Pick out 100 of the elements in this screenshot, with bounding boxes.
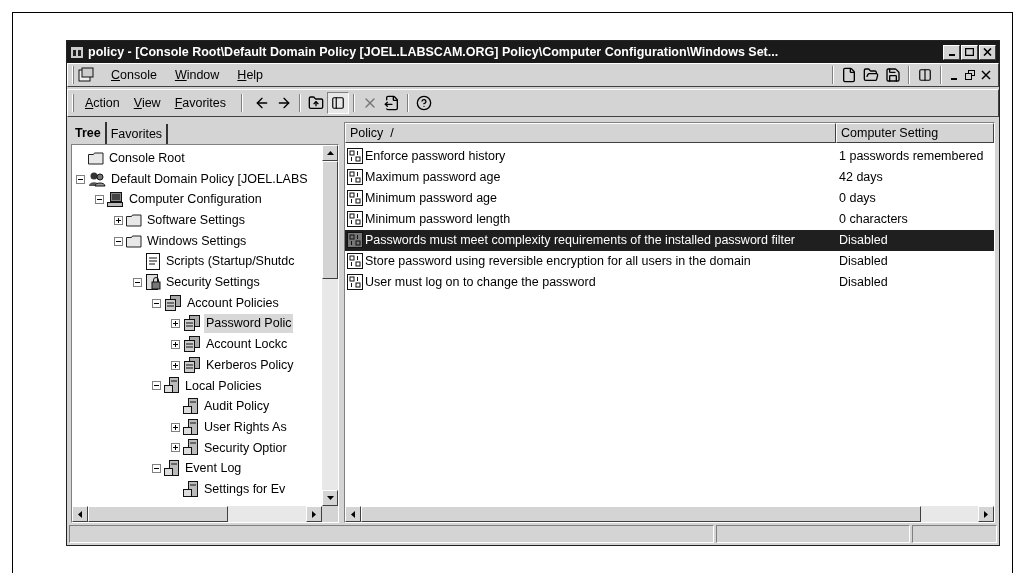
list-row[interactable]: Enforce password history 1 passwords remembered xyxy=(345,146,994,167)
setting-value: 0 days xyxy=(838,190,876,208)
servers-icon xyxy=(183,356,201,374)
setting-value: 0 characters xyxy=(838,211,908,229)
policy-name: Passwords must meet complexity requirements of the installed password filter xyxy=(364,232,797,250)
tree-item[interactable]: Security Settings xyxy=(164,273,262,292)
horizontal-scrollbar[interactable] xyxy=(72,506,338,522)
collapse-icon[interactable] xyxy=(151,381,161,391)
setting-value: 42 days xyxy=(838,169,883,187)
menu-item[interactable]: View xyxy=(126,93,168,113)
close-button[interactable] xyxy=(979,44,996,60)
tree-item[interactable]: Kerberos Policy xyxy=(204,355,296,375)
maximize-button[interactable] xyxy=(961,44,978,60)
setting-value: Disabled xyxy=(838,274,888,292)
panel-icon xyxy=(331,96,346,110)
collapse-icon[interactable] xyxy=(132,277,142,287)
expand-icon[interactable] xyxy=(170,340,180,350)
tree-item[interactable]: Settings for Ev xyxy=(202,479,288,499)
policy-name: Minimum password age xyxy=(364,190,498,208)
save-icon xyxy=(885,67,901,83)
tree-item[interactable]: User Rights As xyxy=(202,417,289,437)
tree-item[interactable]: Scripts (Startup/Shutdc xyxy=(164,252,297,272)
people-icon xyxy=(88,171,106,188)
policy-name: Enforce password history xyxy=(364,148,507,166)
console-icon xyxy=(78,67,94,83)
collapse-icon[interactable] xyxy=(151,464,161,474)
vertical-scrollbar[interactable] xyxy=(322,145,338,506)
list-row[interactable]: Minimum password age 0 days xyxy=(345,188,994,209)
servers-icon xyxy=(183,315,201,333)
policy-icon xyxy=(347,148,364,165)
open-folder-icon xyxy=(863,67,879,83)
expand-icon[interactable] xyxy=(170,360,180,370)
folder-up-icon xyxy=(308,95,325,111)
tree-item[interactable]: Security Optior xyxy=(202,438,289,458)
expand-icon[interactable] xyxy=(170,422,180,432)
lock-document-icon xyxy=(145,273,161,291)
help-icon xyxy=(416,95,433,111)
horizontal-scrollbar[interactable] xyxy=(345,506,994,522)
right-arrow-icon xyxy=(312,510,316,518)
tree-item[interactable]: Account Lockc xyxy=(204,335,290,354)
left-arrow-icon xyxy=(78,510,82,518)
app-icon xyxy=(70,45,84,59)
close-icon xyxy=(981,70,991,80)
restore-icon xyxy=(965,70,975,80)
restore-button[interactable] xyxy=(962,67,978,83)
list-row[interactable]: Maximum password age 42 days xyxy=(345,167,994,188)
tree-item[interactable]: Software Settings xyxy=(145,211,247,230)
tree-item[interactable]: Computer Configuration xyxy=(127,190,264,210)
expand-icon[interactable] xyxy=(170,443,180,453)
list-row[interactable]: User must log on to change the password Disabled xyxy=(345,272,994,293)
collapse-icon[interactable] xyxy=(75,174,85,184)
folder-icon xyxy=(88,151,104,165)
minimize-icon xyxy=(948,54,955,56)
list-row[interactable]: Passwords must meet complexity requirements of the installed password filter Disabled xyxy=(345,230,994,251)
policy-name: Minimum password length xyxy=(364,211,512,229)
tree-item[interactable]: Local Policies xyxy=(183,376,264,396)
column-header[interactable]: Policy / xyxy=(345,123,836,143)
tree-item[interactable]: Windows Settings xyxy=(145,231,249,251)
server-icon xyxy=(183,398,199,416)
policy-name: Store password using reversible encryption for all users in the domain xyxy=(364,253,752,271)
export-icon xyxy=(384,95,401,111)
tree-item[interactable]: Event Log xyxy=(183,459,244,479)
collapse-icon[interactable] xyxy=(94,195,104,205)
policy-icon xyxy=(347,253,364,270)
new-file-icon xyxy=(841,67,857,83)
tree-item[interactable]: Account Policies xyxy=(185,293,281,313)
policy-icon xyxy=(347,274,364,291)
scrollbar-corner xyxy=(322,506,338,522)
column-header[interactable]: Computer Setting xyxy=(836,123,994,143)
server-icon xyxy=(183,439,199,457)
list-row[interactable]: Store password using reversible encryption for all users in the domain Disabled xyxy=(345,251,994,272)
policy-icon xyxy=(347,190,364,207)
tree-toggle-button[interactable] xyxy=(327,92,350,114)
policy-name: User must log on to change the password xyxy=(364,274,597,292)
servers-icon xyxy=(183,336,201,354)
policy-icon xyxy=(347,169,364,186)
close-icon xyxy=(983,48,992,56)
menu-item[interactable]: Window xyxy=(165,65,229,85)
expand-icon[interactable] xyxy=(170,319,180,329)
setting-value: Disabled xyxy=(838,253,888,271)
minimize-button[interactable] xyxy=(943,44,960,60)
collapse-icon[interactable] xyxy=(151,298,161,308)
collapse-icon[interactable] xyxy=(113,236,123,246)
expand-icon[interactable] xyxy=(113,215,123,225)
tree-item[interactable]: Audit Policy xyxy=(202,397,272,416)
window-title: policy - [Console Root\Default Domain Policy [JOEL.LABSCAM.ORG] Policy\Computer Configuration\Windows Set... xyxy=(88,43,780,61)
tree-item[interactable]: Console Root xyxy=(107,148,187,168)
list-row[interactable]: Minimum password length 0 characters xyxy=(345,209,994,230)
menu-item[interactable]: Favorites xyxy=(167,93,234,113)
server-icon xyxy=(183,480,199,498)
policy-icon xyxy=(347,232,364,249)
minimize-icon xyxy=(951,78,957,80)
down-arrow-icon xyxy=(326,496,334,500)
folder-icon xyxy=(126,234,142,248)
policy-icon xyxy=(347,211,364,228)
tree-item[interactable]: Default Domain Policy [JOEL.LABS xyxy=(109,169,310,189)
menu-item[interactable]: Help xyxy=(228,65,273,85)
menu-item[interactable]: Console xyxy=(102,65,166,85)
tree-item[interactable]: Password Polic xyxy=(204,314,294,334)
menu-item[interactable]: Action xyxy=(78,93,127,113)
